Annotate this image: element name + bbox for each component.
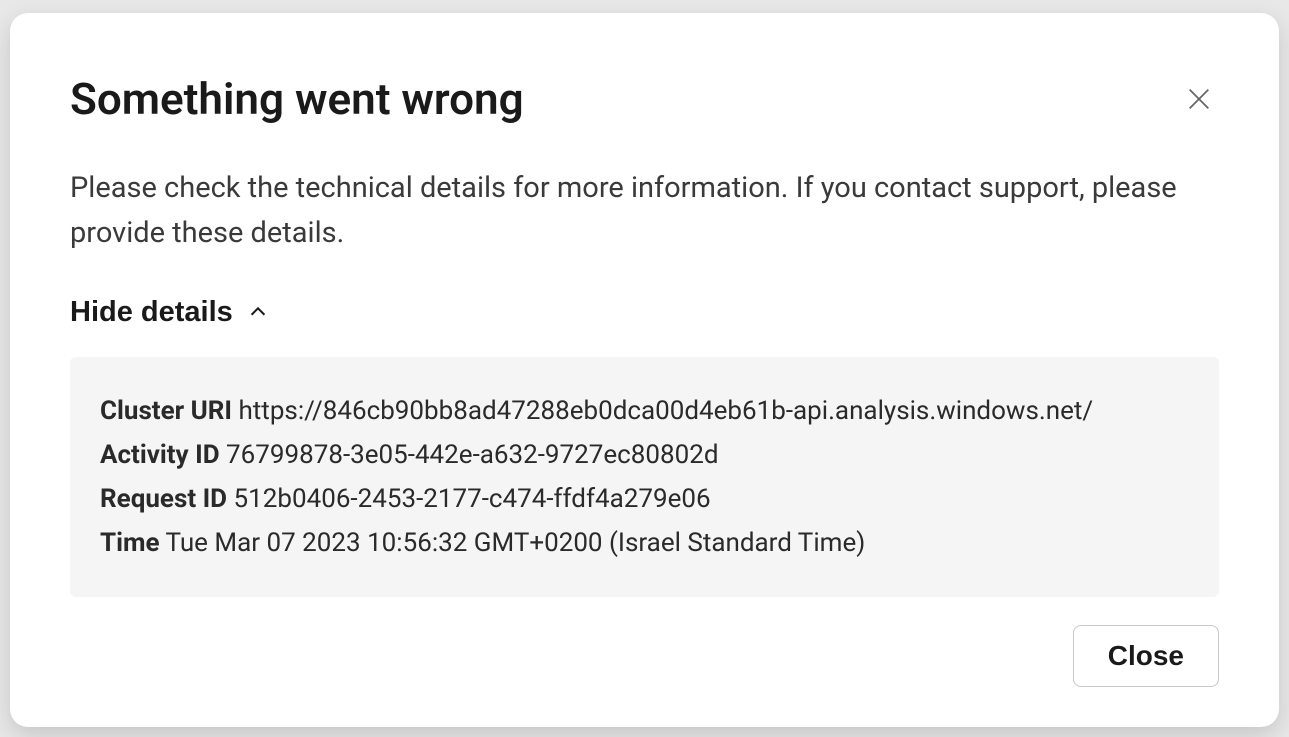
detail-label: Cluster URI — [100, 396, 232, 426]
toggle-label: Hide details — [70, 296, 233, 329]
detail-request-id: Request ID 512b0406-2453-2177-c474-ffdf4… — [100, 477, 1189, 521]
hide-details-toggle[interactable]: Hide details — [70, 296, 269, 329]
error-modal: Something went wrong Please check the te… — [10, 13, 1279, 727]
modal-description: Please check the technical details for m… — [70, 166, 1219, 256]
close-icon — [1185, 85, 1213, 113]
close-button[interactable]: Close — [1073, 625, 1219, 687]
detail-time: Time Tue Mar 07 2023 10:56:32 GMT+0200 (… — [100, 521, 1189, 565]
modal-title: Something went wrong — [70, 73, 524, 126]
close-icon-button[interactable] — [1179, 79, 1219, 119]
detail-value: 76799878-3e05-442e-a632-9727ec80802d — [226, 440, 718, 470]
details-panel: Cluster URI https://846cb90bb8ad47288eb0… — [70, 357, 1219, 598]
modal-header: Something went wrong — [70, 73, 1219, 126]
detail-value: 512b0406-2453-2177-c474-ffdf4a279e06 — [234, 484, 711, 514]
detail-label: Time — [100, 528, 160, 558]
detail-cluster-uri: Cluster URI https://846cb90bb8ad47288eb0… — [100, 389, 1189, 433]
detail-value: Tue Mar 07 2023 10:56:32 GMT+0200 (Israe… — [166, 528, 866, 558]
chevron-up-icon — [247, 301, 269, 323]
detail-activity-id: Activity ID 76799878-3e05-442e-a632-9727… — [100, 433, 1189, 477]
detail-label: Activity ID — [100, 440, 220, 470]
detail-label: Request ID — [100, 484, 227, 514]
detail-value: https://846cb90bb8ad47288eb0dca00d4eb61b… — [238, 396, 1093, 426]
modal-footer: Close — [70, 625, 1219, 687]
